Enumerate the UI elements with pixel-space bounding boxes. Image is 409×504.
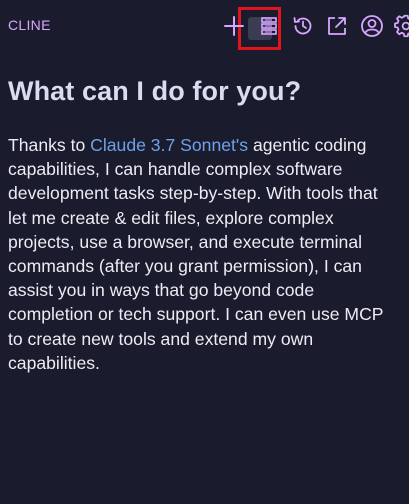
model-link[interactable]: Claude 3.7 Sonnet's [90,135,248,155]
popout-button[interactable] [321,8,353,44]
page-heading: What can I do for you? [8,76,302,106]
account-button[interactable] [356,8,388,44]
account-icon [361,15,383,37]
header-bar: CLINE [0,0,409,52]
gear-icon [394,14,409,38]
intro-paragraph: Thanks to Claude 3.7 Sonnet's agentic co… [8,133,400,375]
new-task-button[interactable] [218,8,250,44]
history-button[interactable] [287,8,319,44]
history-icon [293,17,312,35]
popout-icon [328,17,346,35]
app-title: CLINE [8,17,51,33]
intro-text-end: agentic coding capabilities, I can handl… [8,135,384,373]
mcp-servers-button[interactable] [253,8,285,44]
plus-icon [224,16,244,36]
settings-button[interactable] [390,8,409,44]
server-icon [261,17,277,35]
intro-text-start: Thanks to [8,135,91,155]
toolbar [209,8,409,44]
